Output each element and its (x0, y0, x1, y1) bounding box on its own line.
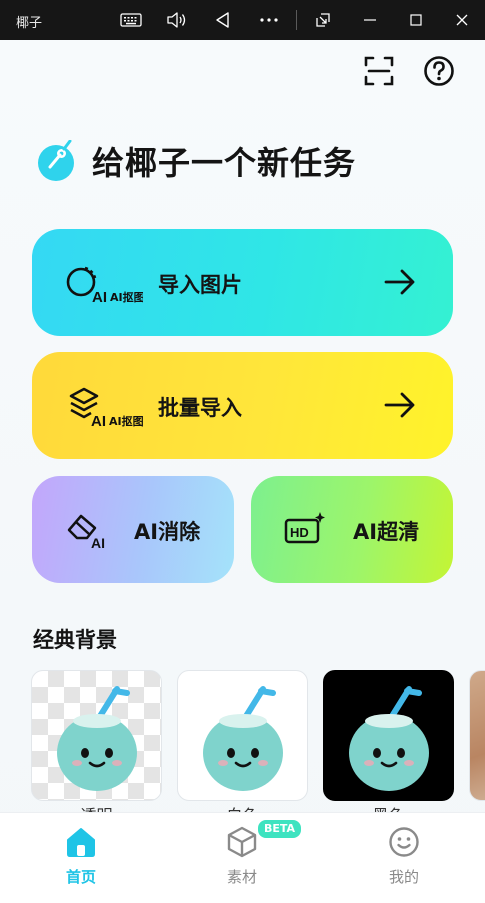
nav-mine-label: 我的 (388, 868, 419, 886)
back-triangle-icon[interactable] (211, 8, 235, 32)
minimize-icon[interactable] (358, 8, 382, 32)
background-tile-photo[interactable] (469, 670, 485, 801)
batch-import-card[interactable]: AI AI抠图 批量导入 (32, 352, 453, 459)
nav-home[interactable]: 首页 (31, 825, 131, 895)
svg-text:AI: AI (92, 289, 107, 306)
volume-icon[interactable] (165, 8, 189, 32)
ai-hd-label: AI超清 (353, 520, 420, 544)
arrow-right-icon (384, 392, 415, 418)
home-icon (67, 828, 95, 857)
background-tile-black[interactable] (323, 670, 454, 801)
hd-badge-text: HD (290, 525, 309, 540)
bottom-nav: 首页 素材 BETA 我的 (0, 812, 485, 903)
help-icon[interactable] (422, 54, 456, 88)
background-tile-white[interactable] (177, 670, 308, 801)
window-titlebar: 椰子 (0, 0, 485, 40)
window-title: 椰子 (16, 16, 43, 31)
nav-home-label: 首页 (65, 868, 96, 886)
import-image-card[interactable]: AI AI抠图 导入图片 (32, 229, 453, 336)
coconut-mascot-image (349, 686, 429, 791)
erase-badge-text: AI (91, 535, 105, 550)
eraser-icon: AI (67, 514, 105, 550)
hd-icon: HD (284, 512, 325, 544)
import-image-label: 导入图片 (158, 273, 242, 297)
pip-icon[interactable] (311, 8, 335, 32)
titlebar-separator (296, 10, 297, 30)
smiley-face-icon (389, 827, 419, 857)
keyboard-icon[interactable] (119, 8, 143, 32)
coconut-mascot-image (57, 686, 137, 791)
svg-text:AI: AI (91, 413, 106, 430)
nav-materials-label: 素材 (226, 868, 257, 886)
maximize-icon[interactable] (404, 8, 428, 32)
ai-hd-card[interactable]: HD AI超清 (251, 476, 453, 583)
batch-badge-text: AI抠图 (109, 414, 144, 428)
hero-title: 给椰子一个新任务 (92, 144, 357, 182)
section-title-backgrounds: 经典背景 (33, 628, 117, 652)
brand-logo-icon (38, 140, 74, 181)
scan-icon[interactable] (362, 54, 396, 88)
import-badge-text: AI抠图 (110, 290, 143, 304)
more-dots-icon[interactable] (257, 8, 281, 32)
ai-erase-label: AI消除 (134, 520, 201, 544)
nav-mine[interactable]: 我的 (354, 825, 454, 895)
batch-import-label: 批量导入 (158, 396, 242, 420)
layers-cutout-icon: AI AI抠图 (69, 387, 144, 430)
beta-badge: BETA (258, 820, 302, 838)
ai-erase-card[interactable]: AI AI消除 (32, 476, 234, 583)
close-icon[interactable] (450, 8, 474, 32)
cube-icon (227, 826, 257, 858)
background-tile-transparent[interactable] (31, 670, 162, 801)
ai-cutout-icon: AI AI抠图 (66, 266, 143, 306)
hero: 给椰子一个新任务 (36, 138, 356, 184)
app-main: 给椰子一个新任务 AI AI抠图 导入图片 AI AI抠图 批量导入 AI AI… (0, 40, 485, 903)
coconut-mascot-image (203, 686, 283, 791)
arrow-right-icon (384, 269, 415, 295)
